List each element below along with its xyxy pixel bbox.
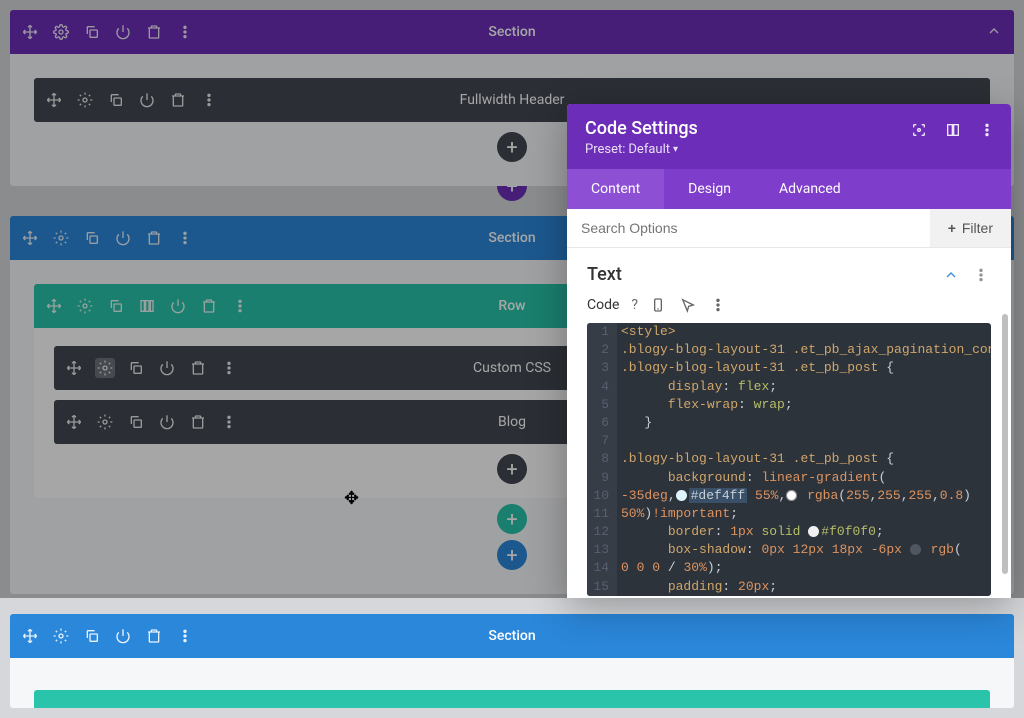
- section-toolbar: [20, 228, 195, 248]
- section-bar[interactable]: Section: [10, 10, 1014, 54]
- columns-icon[interactable]: [943, 120, 963, 140]
- move-icon[interactable]: [20, 22, 40, 42]
- modal-header: Code Settings Preset: Default ▾: [567, 104, 1011, 169]
- power-icon[interactable]: [113, 228, 133, 248]
- duplicate-icon[interactable]: [126, 358, 146, 378]
- search-input[interactable]: [567, 209, 930, 247]
- section-bar[interactable]: Section: [10, 614, 1014, 658]
- preset-selector[interactable]: Preset: Default ▾: [585, 142, 993, 157]
- section-toolbar: [20, 22, 195, 42]
- field-header: Text: [587, 264, 991, 285]
- move-icon[interactable]: [20, 626, 40, 646]
- gear-icon[interactable]: [51, 22, 71, 42]
- power-icon[interactable]: [157, 412, 177, 432]
- move-cursor-icon: ✥: [344, 488, 359, 509]
- mobile-icon[interactable]: [648, 295, 668, 315]
- row-bar[interactable]: [34, 690, 990, 708]
- move-icon[interactable]: [64, 358, 84, 378]
- duplicate-icon[interactable]: [126, 412, 146, 432]
- more-icon[interactable]: [977, 120, 997, 140]
- section-title: Section: [488, 628, 535, 644]
- more-icon[interactable]: [199, 90, 219, 110]
- code-editor[interactable]: 1<style> 2.blogy-blog-layout-31 .et_pb_a…: [587, 323, 991, 596]
- power-icon[interactable]: [137, 90, 157, 110]
- move-icon[interactable]: [44, 296, 64, 316]
- module-toolbar: [44, 90, 219, 110]
- help-icon[interactable]: ?: [631, 295, 638, 315]
- code-settings-modal: Code Settings Preset: Default ▾ Content …: [567, 104, 1011, 598]
- add-section-button[interactable]: +: [497, 540, 527, 570]
- tab-advanced[interactable]: Advanced: [755, 169, 865, 209]
- duplicate-icon[interactable]: [106, 296, 126, 316]
- gear-icon[interactable]: [95, 412, 115, 432]
- modal-tabs: Content Design Advanced: [567, 169, 1011, 209]
- gear-icon[interactable]: [51, 228, 71, 248]
- tab-design[interactable]: Design: [664, 169, 755, 209]
- trash-icon[interactable]: [144, 22, 164, 42]
- code-label-row: Code ?: [587, 295, 991, 315]
- section-toolbar: [20, 626, 195, 646]
- move-icon[interactable]: [44, 90, 64, 110]
- chevron-down-icon: ▾: [673, 144, 678, 155]
- chevron-up-icon[interactable]: [941, 265, 961, 285]
- gear-icon[interactable]: [75, 296, 95, 316]
- duplicate-icon[interactable]: [82, 626, 102, 646]
- trash-icon[interactable]: [188, 358, 208, 378]
- section-title: Section: [488, 24, 535, 40]
- scrollbar[interactable]: [1002, 314, 1008, 574]
- hover-icon[interactable]: [678, 295, 698, 315]
- trash-icon[interactable]: [199, 296, 219, 316]
- module-title: Custom CSS: [473, 360, 551, 376]
- add-module-button[interactable]: +: [497, 132, 527, 162]
- power-icon[interactable]: [113, 626, 133, 646]
- duplicate-icon[interactable]: [82, 22, 102, 42]
- move-icon[interactable]: [64, 412, 84, 432]
- gear-icon[interactable]: [51, 626, 71, 646]
- field-title: Text: [587, 264, 622, 285]
- more-icon[interactable]: [971, 265, 991, 285]
- duplicate-icon[interactable]: [106, 90, 126, 110]
- more-icon[interactable]: [219, 358, 239, 378]
- focus-icon[interactable]: [909, 120, 929, 140]
- more-icon[interactable]: [219, 412, 239, 432]
- tab-content[interactable]: Content: [567, 169, 664, 209]
- trash-icon[interactable]: [188, 412, 208, 432]
- chevron-up-icon[interactable]: [984, 21, 1004, 41]
- row-title: Row: [498, 298, 525, 314]
- module-toolbar: [64, 412, 239, 432]
- move-icon[interactable]: [20, 228, 40, 248]
- duplicate-icon[interactable]: [82, 228, 102, 248]
- module-toolbar: [64, 358, 239, 378]
- section-body: [10, 658, 1014, 708]
- trash-icon[interactable]: [144, 228, 164, 248]
- search-row: + Filter: [567, 209, 1011, 248]
- power-icon[interactable]: [168, 296, 188, 316]
- filter-button[interactable]: + Filter: [930, 209, 1011, 247]
- gear-icon[interactable]: [95, 358, 115, 378]
- add-row-button[interactable]: +: [497, 504, 527, 534]
- more-icon[interactable]: [175, 626, 195, 646]
- trash-icon[interactable]: [168, 90, 188, 110]
- code-label: Code: [587, 297, 619, 313]
- columns-icon[interactable]: [137, 296, 157, 316]
- modal-body: Text Code ? 1<style> 2.blogy-blog-layout…: [567, 248, 1011, 598]
- modal-header-actions: [909, 120, 997, 140]
- add-module-button[interactable]: +: [497, 454, 527, 484]
- section-title: Section: [488, 230, 535, 246]
- gear-icon[interactable]: [75, 90, 95, 110]
- module-title: Fullwidth Header: [460, 92, 565, 108]
- power-icon[interactable]: [113, 22, 133, 42]
- module-title: Blog: [498, 414, 526, 430]
- power-icon[interactable]: [157, 358, 177, 378]
- more-icon[interactable]: [230, 296, 250, 316]
- more-icon[interactable]: [708, 295, 728, 315]
- row-toolbar: [44, 296, 250, 316]
- more-icon[interactable]: [175, 22, 195, 42]
- trash-icon[interactable]: [144, 626, 164, 646]
- more-icon[interactable]: [175, 228, 195, 248]
